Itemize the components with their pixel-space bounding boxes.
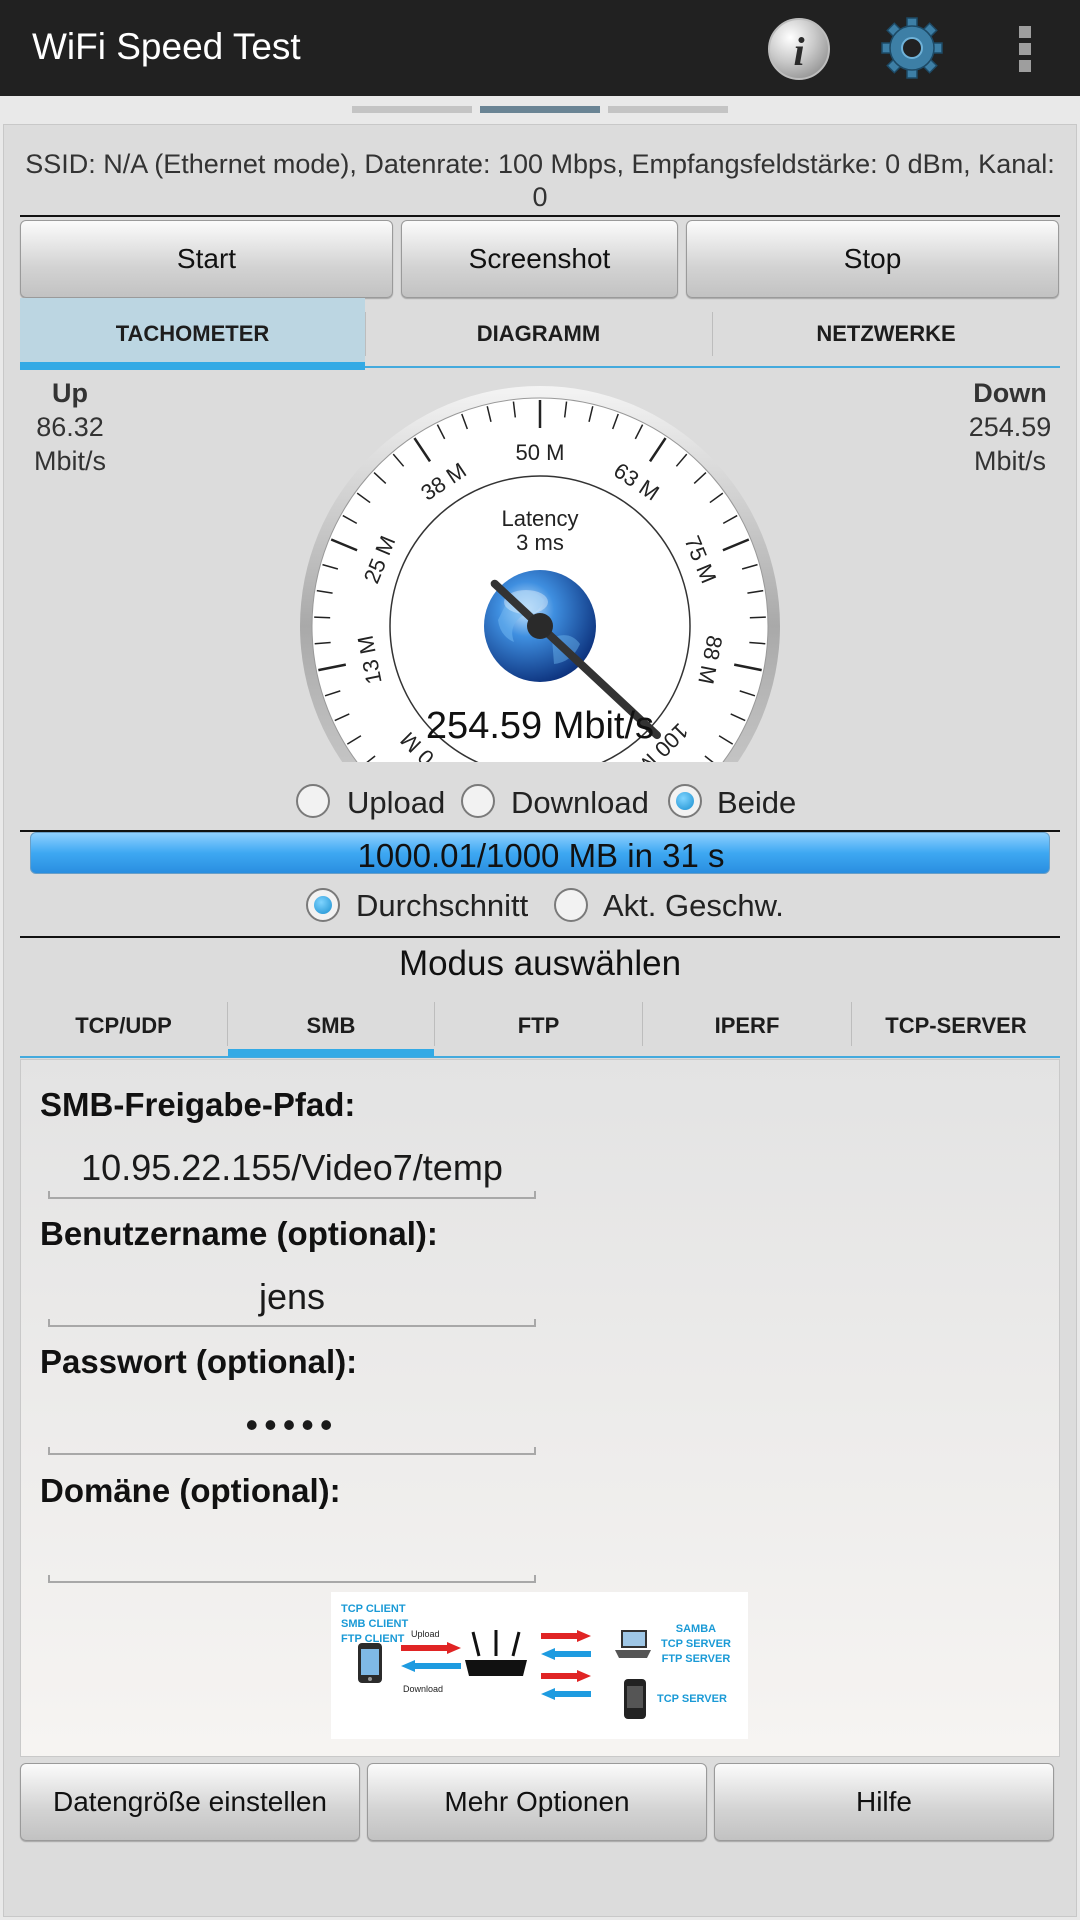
domain-label: Domäne (optional): — [40, 1472, 341, 1509]
diagram-upload-text: Upload — [411, 1629, 440, 1639]
speedometer-gauge: 0 M13 M25 M38 M50 M63 M75 M88 M100 M Lat… — [300, 386, 780, 762]
app-bar: WiFi Speed Test i — [0, 0, 1080, 96]
current-speed-radio[interactable] — [554, 888, 588, 922]
smb-path-label: SMB-Freigabe-Pfad: — [40, 1086, 356, 1123]
transfer-progress-bar: 1000.01/1000 MB in 31 s — [30, 832, 1050, 874]
ssid-info: SSID: N/A (Ethernet mode), Datenrate: 10… — [25, 149, 1055, 212]
tab-diagramm[interactable]: DIAGRAMM — [366, 298, 711, 370]
app-title: WiFi Speed Test — [32, 26, 301, 67]
username-underline — [48, 1319, 536, 1327]
password-underline — [48, 1447, 536, 1455]
page-indicator-1 — [352, 106, 472, 113]
arrow-right-icon — [541, 1630, 591, 1642]
tab-separator — [712, 312, 713, 356]
gauge-minor-tick — [749, 616, 766, 619]
info-icon[interactable]: i — [768, 18, 830, 80]
password-input[interactable]: ••••• — [48, 1404, 536, 1446]
tab-separator — [851, 1002, 852, 1046]
divider — [20, 215, 1060, 217]
up-value: 86.32 — [36, 412, 104, 442]
domain-input[interactable] — [48, 1532, 536, 1574]
smb-path-input[interactable]: 10.95.22.155/Video7/temp — [48, 1147, 536, 1189]
current-speed-radio-label[interactable]: Akt. Geschw. — [603, 888, 784, 924]
page-indicator-2 — [480, 106, 600, 113]
arrow-left-icon — [541, 1648, 591, 1660]
tab-separator — [434, 1002, 435, 1046]
latency-label: Latency — [501, 506, 578, 531]
mode-tab-selected-indicator — [228, 1049, 434, 1057]
down-unit: Mbit/s — [973, 446, 1046, 476]
both-radio[interactable] — [668, 784, 702, 818]
upload-arrow-icon — [401, 1642, 461, 1654]
username-label: Benutzername (optional): — [40, 1215, 438, 1252]
mode-title: Modus auswählen — [398, 944, 682, 983]
upload-radio[interactable] — [296, 784, 330, 818]
tab-separator — [365, 312, 366, 356]
tab-selected-indicator — [20, 362, 365, 370]
gauge-minor-tick — [314, 616, 331, 619]
set-data-size-button[interactable]: Datengröße einstellen — [20, 1763, 360, 1841]
username-input[interactable]: jens — [48, 1276, 536, 1318]
diagram-servers-text: SAMBA TCP SERVER FTP SERVER — [661, 1623, 731, 1665]
average-radio-label[interactable]: Durchschnitt — [356, 888, 528, 924]
arrow-right-icon — [541, 1670, 591, 1682]
stop-button[interactable]: Stop — [686, 220, 1059, 298]
settings-gear-icon[interactable] — [878, 14, 946, 82]
down-value: 254.59 — [968, 412, 1052, 442]
router-icon — [465, 1630, 527, 1676]
screenshot-button[interactable]: Screenshot — [401, 220, 678, 298]
domain-underline — [48, 1575, 536, 1583]
gauge-tick-label: 50 M — [516, 440, 565, 465]
upload-speed: Up 86.32 Mbit/s — [18, 376, 122, 478]
start-button[interactable]: Start — [20, 220, 393, 298]
tab-iperf[interactable]: IPERF — [643, 990, 851, 1062]
tab-tachometer[interactable]: TACHOMETER — [20, 298, 365, 370]
needle-hub — [527, 613, 553, 639]
tab-separator — [227, 1002, 228, 1046]
progress-text: 1000.01/1000 MB in 31 s — [357, 837, 725, 874]
help-button[interactable]: Hilfe — [714, 1763, 1054, 1841]
up-unit: Mbit/s — [33, 446, 106, 476]
diagram-clients-text: TCP CLIENT SMB CLIENT FTP CLIENT — [341, 1603, 409, 1645]
more-options-button[interactable]: Mehr Optionen — [367, 1763, 707, 1841]
latency-value: 3 ms — [516, 530, 564, 555]
gauge-reading: 254.59 Mbit/s — [426, 705, 654, 747]
tab-tcp-server[interactable]: TCP-SERVER — [852, 990, 1060, 1062]
average-radio[interactable] — [306, 888, 340, 922]
diagram-download-text: Download — [403, 1684, 444, 1694]
phone-icon — [358, 1643, 382, 1683]
phone-server-icon — [624, 1679, 646, 1719]
divider — [20, 936, 1060, 938]
diagram-tcp-server-text: TCP SERVER — [657, 1693, 727, 1705]
overflow-menu-icon[interactable] — [1010, 22, 1040, 76]
password-label: Passwort (optional): — [40, 1343, 358, 1380]
down-label: Down — [973, 378, 1047, 408]
network-diagram: TCP CLIENT SMB CLIENT FTP CLIENT Upload … — [331, 1592, 748, 1739]
tab-separator — [642, 1002, 643, 1046]
download-radio-label[interactable]: Download — [511, 785, 649, 821]
up-label: Up — [52, 378, 88, 408]
laptop-icon — [615, 1630, 651, 1658]
tab-tcp-udp[interactable]: TCP/UDP — [20, 990, 227, 1062]
download-radio[interactable] — [461, 784, 495, 818]
page-indicator-3 — [608, 106, 728, 113]
tab-ftp[interactable]: FTP — [435, 990, 642, 1062]
download-speed: Down 254.59 Mbit/s — [952, 376, 1068, 478]
upload-radio-label[interactable]: Upload — [347, 785, 445, 821]
arrow-left-icon — [541, 1688, 591, 1700]
smb-path-underline — [48, 1191, 536, 1199]
download-arrow-icon — [401, 1660, 461, 1672]
both-radio-label[interactable]: Beide — [717, 785, 796, 821]
tab-netzwerke[interactable]: NETZWERKE — [712, 298, 1060, 370]
